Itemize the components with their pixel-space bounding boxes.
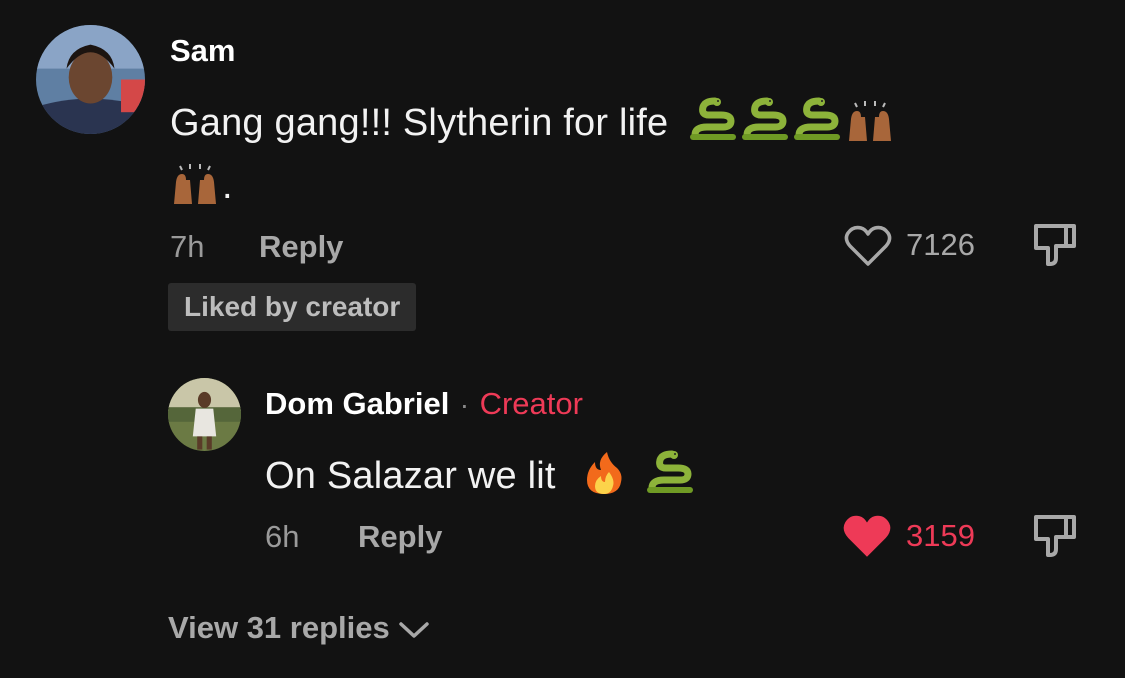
view-replies-button[interactable]: View 31 replies: [168, 610, 430, 646]
liked-by-creator-badge: Liked by creator: [168, 283, 417, 331]
reply-reply-button[interactable]: Reply: [358, 519, 442, 555]
dislike-icon[interactable]: [1030, 222, 1078, 268]
reply-timestamp: 6h: [265, 519, 300, 554]
comment-timestamp: 7h: [170, 229, 205, 264]
comment-text-line1: Gang gang!!! Slytherin for life: [170, 102, 669, 144]
comment-text-line2: .: [170, 160, 233, 208]
snake-emoji: [741, 97, 791, 143]
comment-text-suffix: .: [222, 165, 233, 207]
snake-emoji: [646, 450, 696, 496]
creator-tag: Creator: [479, 386, 583, 421]
raising-hands-emoji: [170, 160, 220, 206]
raising-hands-emoji: [845, 97, 895, 143]
avatar-dom-gabriel[interactable]: [168, 378, 241, 451]
reply-text: On Salazar we lit: [265, 450, 698, 498]
separator-dot: ·: [459, 389, 470, 420]
snake-emoji: [793, 97, 843, 143]
chevron-down-icon: [398, 620, 430, 640]
reply-author[interactable]: Dom Gabriel: [265, 386, 449, 421]
reply-header: Dom Gabriel · Creator: [265, 386, 583, 422]
comment-reply-button[interactable]: Reply: [259, 229, 343, 265]
dislike-icon[interactable]: [1030, 513, 1078, 559]
fire-emoji: [576, 450, 632, 496]
heart-filled-icon[interactable]: [841, 514, 893, 560]
comment-like-count: 7126: [906, 227, 975, 262]
comment-author[interactable]: Sam: [170, 33, 235, 69]
comment-text: Gang gang!!! Slytherin for life: [170, 97, 897, 145]
reply-like-count: 3159: [906, 518, 975, 553]
snake-emoji: [689, 97, 739, 143]
reply-text-content: On Salazar we lit: [265, 455, 556, 497]
view-replies-label: View 31 replies: [168, 610, 390, 645]
avatar-sam[interactable]: [36, 25, 145, 134]
heart-outline-icon[interactable]: [843, 224, 893, 268]
